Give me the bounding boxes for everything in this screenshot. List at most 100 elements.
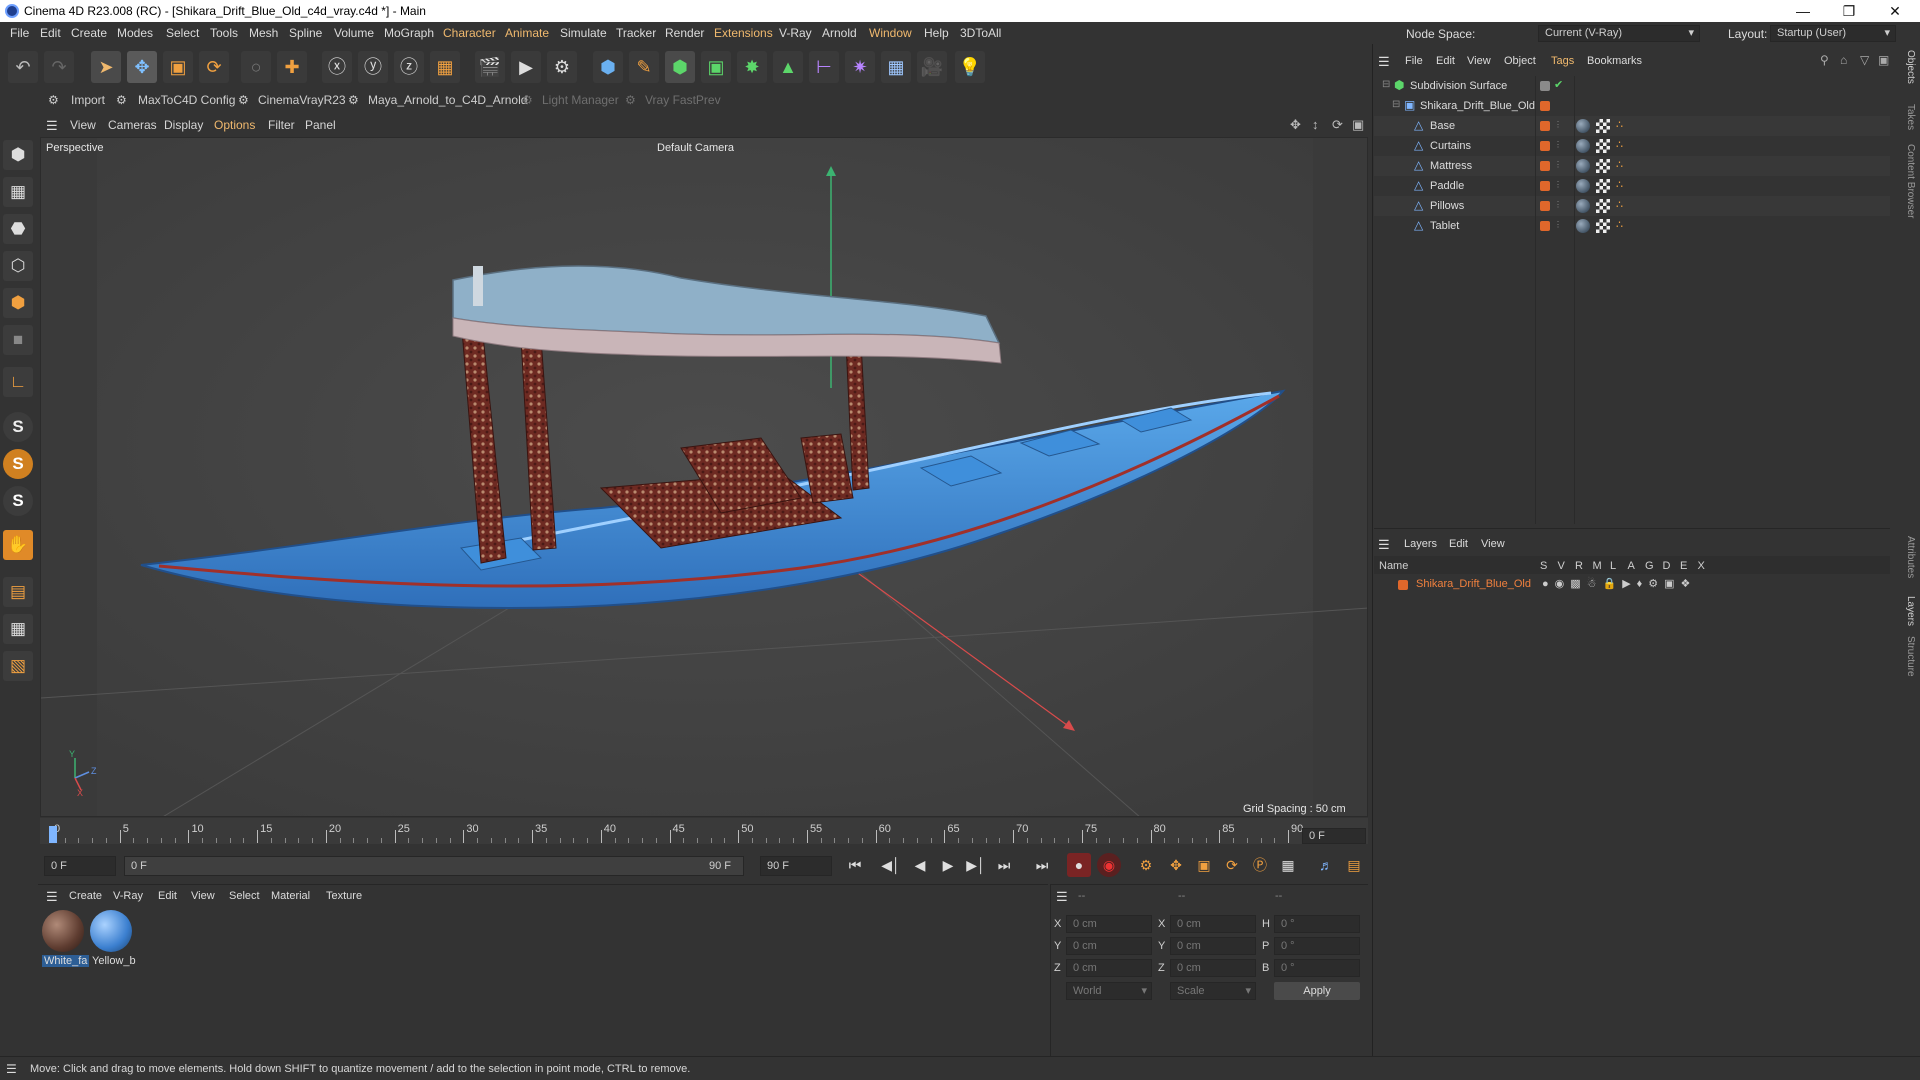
visibility-dots-icon[interactable]: ⋮ bbox=[1554, 120, 1562, 130]
scene-button[interactable]: ✷ bbox=[845, 51, 875, 83]
filter-icon[interactable]: ▽ bbox=[1860, 53, 1869, 67]
material-menu-create[interactable]: Create bbox=[69, 890, 102, 902]
layer-color-dot[interactable] bbox=[1540, 201, 1550, 211]
cube-button[interactable]: ⬢ bbox=[593, 51, 623, 83]
coord-pos-y-field[interactable]: 0 cm bbox=[1066, 937, 1152, 955]
home-icon[interactable]: ⌂ bbox=[1840, 53, 1847, 67]
key-pla-button[interactable]: ▦ bbox=[1276, 853, 1300, 877]
uvw-tag-icon[interactable] bbox=[1596, 219, 1610, 233]
vray-tag-icon[interactable]: ∴ bbox=[1616, 178, 1623, 191]
key-scale-button[interactable]: ▣ bbox=[1192, 853, 1216, 877]
visibility-dot[interactable] bbox=[1540, 81, 1550, 91]
previous-frame-button[interactable]: ◀ bbox=[908, 853, 932, 877]
vray-tag-icon[interactable]: ∴ bbox=[1616, 138, 1623, 151]
layers-menu-view[interactable]: View bbox=[1481, 538, 1505, 550]
material-tag-icon[interactable] bbox=[1576, 199, 1590, 213]
menu-modes[interactable]: Modes bbox=[117, 26, 153, 40]
layers-menu-edit[interactable]: Edit bbox=[1449, 538, 1468, 550]
axis-z-lock-button[interactable]: ⓩ bbox=[394, 51, 424, 83]
light-button[interactable]: 💡 bbox=[955, 51, 985, 83]
import-plugin[interactable]: Import bbox=[71, 93, 105, 107]
apply-button[interactable]: Apply bbox=[1274, 982, 1360, 1000]
locked-workplane-button[interactable]: ▧ bbox=[3, 651, 33, 681]
go-to-start-button[interactable]: ⏮ bbox=[843, 853, 867, 877]
viewport-menu-cameras[interactable]: Cameras bbox=[108, 118, 157, 132]
light-manager-plugin[interactable]: Light Manager bbox=[542, 93, 619, 107]
layer-row[interactable]: Shikara_Drift_Blue_Old ●◉▩☃🔒▶♦⚙▣❖ bbox=[1374, 576, 1890, 594]
material-label-yellow-b[interactable]: Yellow_b bbox=[92, 955, 136, 967]
material-tag-icon[interactable] bbox=[1576, 159, 1590, 173]
menu-character[interactable]: Character bbox=[443, 26, 496, 40]
material-menu-select[interactable]: Select bbox=[229, 890, 260, 902]
material-label-white-fa[interactable]: White_fa bbox=[42, 955, 90, 967]
om-menu-bookmarks[interactable]: Bookmarks bbox=[1587, 55, 1642, 67]
end-frame-field[interactable]: 90 F bbox=[760, 856, 832, 876]
vray-fastprev-plugin[interactable]: Vray FastPrev bbox=[645, 93, 721, 107]
om-menu-object[interactable]: Object bbox=[1504, 55, 1536, 67]
axis-x-lock-button[interactable]: ⓧ bbox=[322, 51, 352, 83]
viewport-menu-view[interactable]: View bbox=[70, 118, 96, 132]
snap-s1-button[interactable]: S bbox=[3, 412, 33, 442]
preview-range-slider[interactable]: 0 F 90 F bbox=[124, 856, 744, 876]
menu-animate[interactable]: Animate bbox=[505, 26, 549, 40]
coord-rot-p-field[interactable]: 0 ° bbox=[1274, 937, 1360, 955]
layer-color-dot[interactable] bbox=[1540, 121, 1550, 131]
om-menu-file[interactable]: File bbox=[1405, 55, 1423, 67]
side-tab-content-browser[interactable]: Content Browser bbox=[1896, 144, 1916, 218]
undo-button[interactable]: ↶ bbox=[8, 51, 38, 83]
workplane-button[interactable]: ▤ bbox=[3, 577, 33, 607]
vray-tag-icon[interactable]: ∴ bbox=[1616, 158, 1623, 171]
material-menu-vray[interactable]: V-Ray bbox=[113, 890, 143, 902]
subdivision-button[interactable]: ⬢ bbox=[665, 51, 695, 83]
perspective-viewport[interactable]: Perspective Default Camera Grid Spacing … bbox=[40, 137, 1368, 817]
layers-col-s[interactable]: S bbox=[1540, 560, 1547, 572]
layers-menu-layers[interactable]: Layers bbox=[1404, 538, 1437, 550]
object-row-paddle[interactable]: △ Paddle ⋮ ∴ bbox=[1374, 176, 1890, 196]
coord-size-x-field[interactable]: 0 cm bbox=[1170, 915, 1256, 933]
side-tab-layers[interactable]: Layers bbox=[1896, 596, 1916, 626]
current-frame-field[interactable]: 0 F bbox=[1302, 828, 1366, 844]
material-swatch-white-fa[interactable] bbox=[42, 910, 84, 952]
coord-space-select[interactable]: World ▾ bbox=[1066, 982, 1152, 1000]
uv-mode-button[interactable]: ■ bbox=[3, 325, 33, 355]
restore-button[interactable]: ❐ bbox=[1826, 0, 1872, 22]
next-key-button[interactable]: ⏭ bbox=[992, 853, 1016, 877]
spline-pen-button[interactable]: ✎ bbox=[629, 51, 659, 83]
record-keys-button[interactable]: ● bbox=[1067, 853, 1091, 877]
snap-s2-button[interactable]: S bbox=[3, 449, 33, 479]
object-row-pillows[interactable]: △ Pillows ⋮ ∴ bbox=[1374, 196, 1890, 216]
layers-col-m[interactable]: M bbox=[1593, 560, 1602, 572]
menu-window[interactable]: Window bbox=[869, 26, 912, 40]
tweak-mode-button[interactable]: ✋ bbox=[3, 530, 33, 560]
status-hamburger-icon[interactable]: ☰ bbox=[6, 1062, 17, 1076]
motion-system-button[interactable]: ♬ bbox=[1314, 853, 1338, 877]
layer-color-dot[interactable] bbox=[1540, 161, 1550, 171]
deformer-button[interactable]: ▲ bbox=[773, 51, 803, 83]
axis-mode-button[interactable]: ∟ bbox=[3, 367, 33, 397]
coords-hamburger-icon[interactable]: ☰ bbox=[1056, 889, 1068, 905]
coord-size-z-field[interactable]: 0 cm bbox=[1170, 959, 1256, 977]
key-parameter-button[interactable]: Ⓟ bbox=[1248, 853, 1272, 877]
render-region-button[interactable]: 🎬 bbox=[475, 51, 505, 83]
viewport-maximize-icon[interactable]: ▣ bbox=[1352, 117, 1364, 133]
viewport-rotate-icon[interactable]: ⟳ bbox=[1332, 117, 1343, 133]
menu-mograph[interactable]: MoGraph bbox=[384, 26, 434, 40]
material-menu-edit[interactable]: Edit bbox=[158, 890, 177, 902]
side-tab-attributes[interactable]: Attributes bbox=[1896, 536, 1916, 578]
go-to-end-button[interactable]: ⏭ bbox=[1030, 853, 1054, 877]
field-button[interactable]: ⊢ bbox=[809, 51, 839, 83]
viewport-menu-filter[interactable]: Filter bbox=[268, 118, 295, 132]
om-menu-view[interactable]: View bbox=[1467, 55, 1491, 67]
visibility-dots-icon[interactable]: ⋮ bbox=[1554, 200, 1562, 210]
layers-col-r[interactable]: R bbox=[1575, 560, 1583, 572]
viewport-menu-display[interactable]: Display bbox=[164, 118, 203, 132]
recent-tool-button[interactable]: ○ bbox=[241, 51, 271, 83]
material-tag-icon[interactable] bbox=[1576, 119, 1590, 133]
uvw-tag-icon[interactable] bbox=[1596, 139, 1610, 153]
search-icon[interactable]: ⚲ bbox=[1820, 53, 1829, 67]
key-position-button[interactable]: ✥ bbox=[1164, 853, 1188, 877]
previous-key-button[interactable]: ◀│ bbox=[879, 853, 903, 877]
floor-button[interactable]: ▦ bbox=[881, 51, 911, 83]
extrude-button[interactable]: ▣ bbox=[701, 51, 731, 83]
start-frame-field[interactable]: 0 F bbox=[44, 856, 116, 876]
